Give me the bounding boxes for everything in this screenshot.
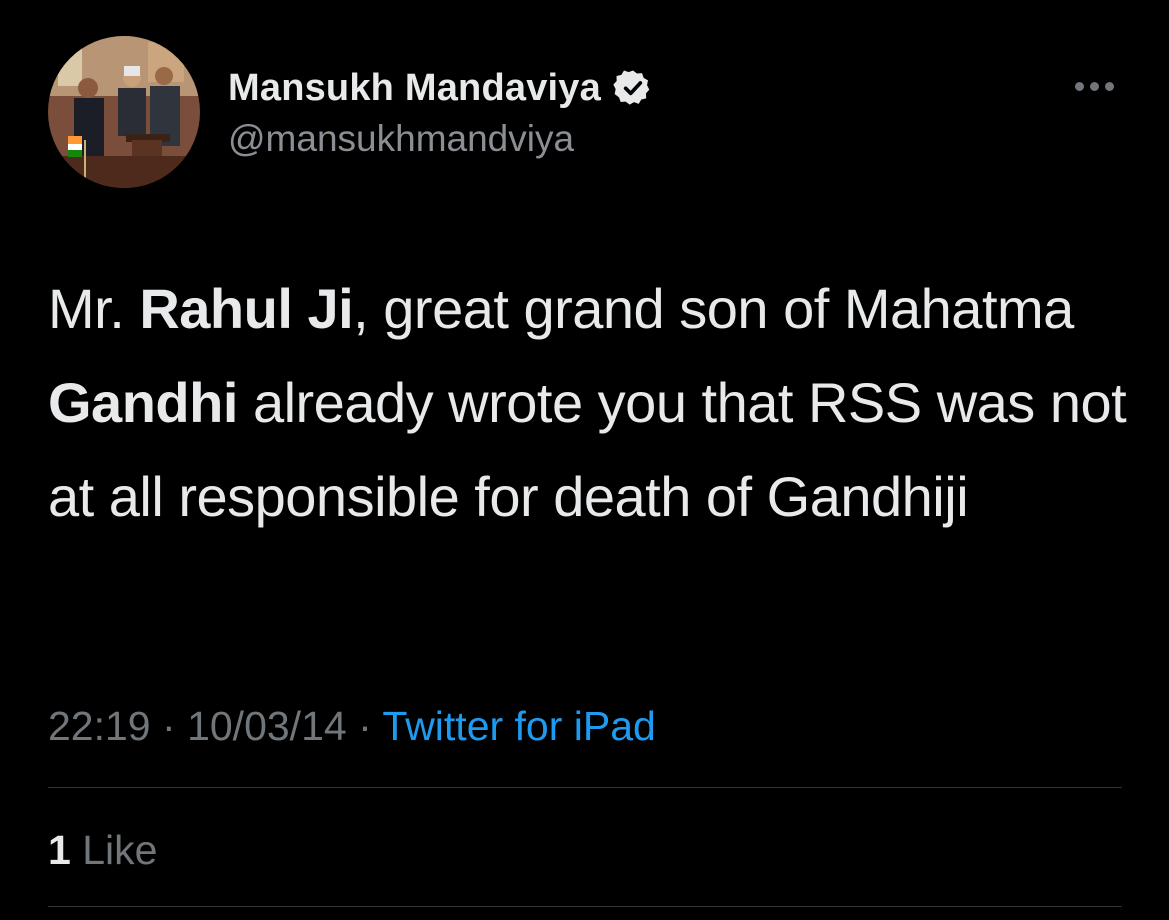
tweet-time[interactable]: 22:19 bbox=[48, 703, 151, 749]
tweet-text-bold-part: Rahul Ji bbox=[139, 277, 354, 340]
more-dot bbox=[1074, 81, 1084, 91]
tweet-source-link[interactable]: Twitter for iPad bbox=[382, 703, 655, 749]
avatar-photo bbox=[48, 36, 200, 188]
likes-count: 1 bbox=[48, 827, 71, 873]
author-display-name[interactable]: Mansukh Mandaviya bbox=[228, 67, 601, 110]
meta-separator: · bbox=[358, 703, 372, 749]
likes-label: Like bbox=[82, 827, 158, 873]
tweet-meta: 22:19 · 10/03/14 · Twitter for iPad bbox=[48, 698, 656, 754]
divider bbox=[48, 787, 1122, 788]
more-dot bbox=[1104, 81, 1114, 91]
author-name-row[interactable]: Mansukh Mandaviya bbox=[228, 62, 653, 114]
likes-stat[interactable]: 1 Like bbox=[48, 824, 157, 876]
divider bbox=[48, 906, 1122, 907]
tweet-date[interactable]: 10/03/14 bbox=[187, 703, 347, 749]
tweet-text-part: Mr. bbox=[48, 277, 140, 340]
tweet-detail: Mansukh Mandaviya @mansukhmandviya Mr. R… bbox=[0, 0, 1169, 920]
avatar[interactable] bbox=[48, 36, 200, 188]
verified-badge-icon bbox=[613, 68, 653, 108]
author-handle[interactable]: @mansukhmandviya bbox=[228, 118, 574, 160]
more-dot bbox=[1089, 81, 1099, 91]
tweet-text: Mr. Rahul Ji, great grand son of Mahatma… bbox=[48, 262, 1138, 544]
tweet-text-part: , great grand son of Mahatma bbox=[353, 277, 1074, 340]
meta-separator: · bbox=[162, 703, 176, 749]
more-options-icon[interactable] bbox=[1068, 72, 1120, 100]
tweet-text-bold-part: Gandhi bbox=[48, 371, 238, 434]
